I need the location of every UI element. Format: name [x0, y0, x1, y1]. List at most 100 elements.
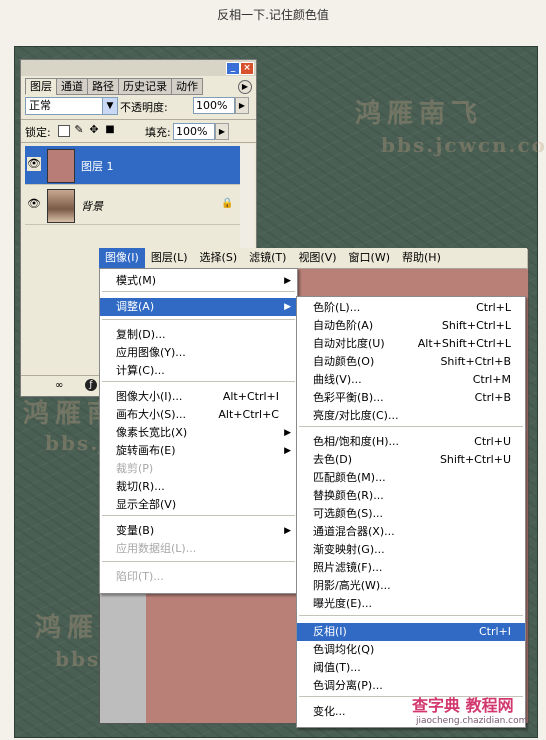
image-menu-item[interactable]: 旋转画布(E) ▶ — [100, 442, 297, 460]
adjust-menu-item[interactable]: 自动对比度(U) Alt+Shift+Ctrl+L — [297, 335, 525, 353]
menu-item-shortcut: Alt+Shift+Ctrl+L — [417, 337, 511, 350]
menu-item-label: 复制(D)... — [116, 328, 166, 341]
menu-help[interactable]: 帮助(H) — [396, 248, 447, 268]
close-icon[interactable]: × — [240, 62, 254, 75]
menu-view[interactable]: 视图(V) — [292, 248, 342, 268]
fill-arrow-icon[interactable]: ▶ — [215, 123, 229, 140]
image-menu-item[interactable]: 像素长宽比(X) ▶ — [100, 424, 297, 442]
layer-name[interactable]: 图层 1 — [81, 158, 114, 174]
lock-move-icon[interactable]: ✥ — [89, 124, 99, 135]
logo-url: jiaocheng.chazidian.com — [416, 716, 528, 726]
chevron-down-icon[interactable]: ▼ — [102, 98, 117, 114]
watermark-cn: 鸿雁南飞 — [355, 99, 484, 129]
menubar: 图像(I) 图层(L) 选择(S) 滤镜(T) 视图(V) 窗口(W) 帮助(H… — [99, 248, 527, 269]
image-menu-item[interactable]: 画布大小(S)... Alt+Ctrl+C — [100, 406, 297, 424]
lock-brush-icon[interactable]: ✎ — [74, 124, 84, 135]
menu-item-label: 色调分离(P)... — [313, 679, 383, 692]
blend-opacity-row: 正常 ▼ 不透明度: 100% ▶ — [25, 97, 253, 117]
image-menu-item[interactable]: 裁剪(P) — [100, 460, 297, 478]
menu-window[interactable]: 窗口(W) — [343, 248, 396, 268]
blend-mode-select[interactable]: 正常 ▼ — [25, 97, 118, 115]
menu-filter[interactable]: 滤镜(T) — [243, 248, 292, 268]
image-menu-item[interactable]: 图像大小(I)... Alt+Ctrl+I — [100, 388, 297, 406]
adjust-menu-item[interactable]: 自动颜色(O) Shift+Ctrl+B — [297, 353, 525, 371]
tab-paths[interactable]: 路径 — [87, 78, 119, 95]
lock-transparency-icon[interactable] — [58, 125, 70, 137]
image-menu-item[interactable]: 复制(D)... — [100, 326, 297, 344]
menu-select[interactable]: 选择(S) — [194, 248, 244, 268]
submenu-arrow-icon: ▶ — [284, 276, 291, 286]
image-menu-item[interactable]: 计算(C)... — [100, 362, 297, 380]
adjustments-submenu: 色阶(L)... Ctrl+L 自动色阶(A) Shift+Ctrl+L 自动对比度(U… — [296, 296, 526, 728]
watermark-cn-low: 鸿雁 — [35, 613, 100, 643]
adjust-menu-item[interactable]: 匹配颜色(M)... — [297, 469, 525, 487]
image-menu-item[interactable]: 裁切(R)... — [100, 478, 297, 496]
adjust-menu-item[interactable]: 曲线(V)... Ctrl+M — [297, 371, 525, 389]
menu-item-label: 可选颜色(S)... — [313, 507, 384, 520]
adjust-menu-item[interactable]: 照片滤镜(F)... — [297, 559, 525, 577]
adjust-menu-item[interactable]: 去色(D) Shift+Ctrl+U — [297, 451, 525, 469]
panel-titlebar[interactable]: _ × — [21, 60, 256, 76]
layer-thumbnail — [47, 149, 75, 183]
layer-name[interactable]: 背景 — [81, 198, 103, 214]
opacity-arrow-icon[interactable]: ▶ — [235, 97, 249, 114]
layer-row-layer1[interactable]: 👁 图层 1 — [25, 146, 244, 185]
image-menu-item[interactable]: 显示全部(V) — [100, 496, 297, 514]
adjust-menu-item[interactable]: 色相/饱和度(H)... Ctrl+U — [297, 433, 525, 451]
fill-input[interactable]: 100% — [173, 123, 215, 140]
menu-item-shortcut: Ctrl+M — [472, 373, 511, 386]
menu-separator — [299, 426, 523, 427]
menu-item-label: 应用图像(Y)... — [116, 346, 186, 359]
adjust-menu-item[interactable]: 渐变映射(G)... — [297, 541, 525, 559]
adjust-menu-item[interactable]: 色阶(L)... Ctrl+L — [297, 299, 525, 317]
menu-item-shortcut: Shift+Ctrl+U — [439, 453, 511, 466]
adjust-menu-item[interactable]: 色调均化(Q) — [297, 641, 525, 659]
menu-item-label: 计算(C)... — [116, 364, 165, 377]
tab-history[interactable]: 历史记录 — [118, 78, 172, 95]
minimize-icon[interactable]: _ — [226, 62, 240, 75]
adjust-menu-item[interactable]: 反相(I) Ctrl+I — [297, 623, 525, 641]
menu-layer[interactable]: 图层(L) — [145, 248, 194, 268]
menu-item-label: 裁切(R)... — [116, 480, 165, 493]
menu-separator — [102, 319, 295, 320]
visibility-eye-icon[interactable]: 👁 — [27, 197, 41, 211]
panel-menu-arrow-icon[interactable]: ▶ — [238, 80, 252, 94]
adjust-menu-item[interactable]: 色彩平衡(B)... Ctrl+B — [297, 389, 525, 407]
adjust-menu-item[interactable]: 通道混合器(X)... — [297, 523, 525, 541]
image-menu-item[interactable]: 变量(B) ▶ — [100, 522, 297, 540]
link-layers-icon[interactable]: ∞ — [55, 380, 63, 391]
menu-item-label: 渐变映射(G)... — [313, 543, 385, 556]
menu-image[interactable]: 图像(I) — [99, 248, 145, 268]
blend-mode-value: 正常 — [29, 99, 51, 112]
tab-actions[interactable]: 动作 — [171, 78, 203, 95]
visibility-eye-icon[interactable]: 👁 — [27, 157, 41, 171]
tab-layers[interactable]: 图层 — [25, 78, 57, 95]
image-menu-item[interactable]: 应用图像(Y)... — [100, 344, 297, 362]
image-menu-item[interactable]: 应用数据组(L)... — [100, 540, 297, 558]
image-menu-item[interactable]: 陷印(T)... — [100, 568, 297, 586]
layer-style-icon[interactable]: ƒ — [85, 379, 97, 391]
adjust-menu-item[interactable]: 替换颜色(R)... — [297, 487, 525, 505]
image-menu-item[interactable]: 模式(M) ▶ — [100, 272, 297, 290]
menu-item-label: 图像大小(I)... — [116, 390, 183, 403]
adjust-menu-item[interactable]: 可选颜色(S)... — [297, 505, 525, 523]
menu-item-label: 显示全部(V) — [116, 498, 177, 511]
adjust-menu-item[interactable]: 亮度/对比度(C)... — [297, 407, 525, 425]
image-menu-item[interactable]: 调整(A) ▶ — [100, 298, 297, 316]
adjust-menu-item[interactable]: 阈值(T)... — [297, 659, 525, 677]
menu-item-shortcut: Alt+Ctrl+I — [222, 390, 279, 403]
menu-item-label: 去色(D) — [313, 453, 353, 466]
menu-item-label: 裁剪(P) — [116, 462, 154, 475]
menu-item-label: 反相(I) — [313, 625, 347, 638]
adjust-menu-item[interactable]: 自动色阶(A) Shift+Ctrl+L — [297, 317, 525, 335]
tab-channels[interactable]: 通道 — [56, 78, 88, 95]
menu-item-label: 色阶(L)... — [313, 301, 361, 314]
lock-all-icon[interactable]: ■ — [105, 125, 115, 135]
layer-row-background[interactable]: 👁 背景 🔒 — [25, 186, 244, 225]
opacity-input[interactable]: 100% — [193, 97, 235, 114]
adjust-menu-item[interactable]: 曝光度(E)... — [297, 595, 525, 613]
menu-item-label: 通道混合器(X)... — [313, 525, 395, 538]
adjust-menu-item[interactable]: 阴影/高光(W)... — [297, 577, 525, 595]
menu-item-label: 画布大小(S)... — [116, 408, 187, 421]
opacity-label: 不透明度: — [120, 101, 168, 114]
